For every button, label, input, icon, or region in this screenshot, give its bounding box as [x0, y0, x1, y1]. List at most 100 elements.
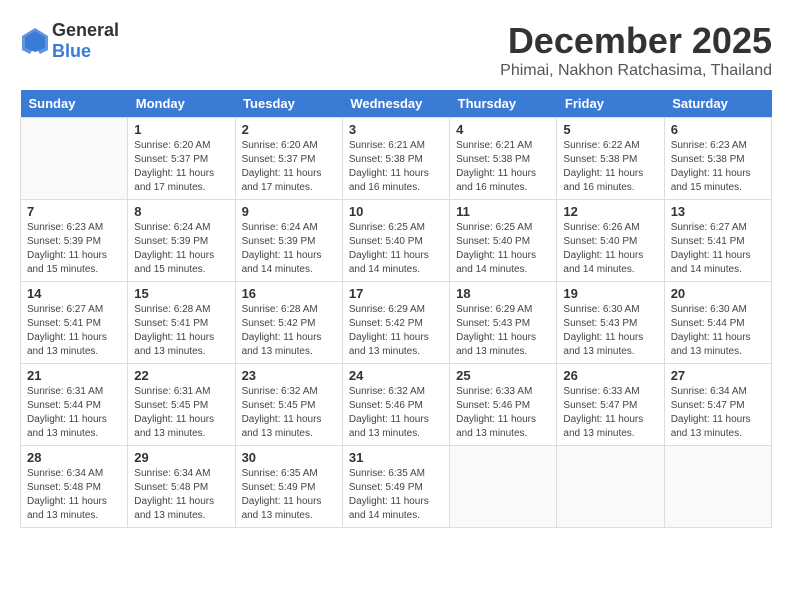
day-number: 18 [456, 286, 550, 301]
calendar-cell: 19 Sunrise: 6:30 AM Sunset: 5:43 PM Dayli… [557, 282, 664, 364]
calendar-cell: 4 Sunrise: 6:21 AM Sunset: 5:38 PM Daylig… [450, 118, 557, 200]
day-detail: Sunrise: 6:35 AM Sunset: 5:49 PM Dayligh… [242, 467, 336, 523]
day-detail: Sunrise: 6:27 AM Sunset: 5:41 PM Dayligh… [671, 221, 765, 277]
calendar-cell: 9Sunrise: 6:24 AM Sunset: 5:39 PM Daylig… [235, 200, 342, 282]
day-number: 16 [242, 286, 336, 301]
weekday-header-tuesday: Tuesday [235, 90, 342, 118]
day-detail: Sunrise: 6:20 AM Sunset: 5:37 PM Dayligh… [242, 139, 336, 195]
day-number: 11 [456, 204, 550, 219]
day-number: 17 [349, 286, 443, 301]
calendar-cell: 21 Sunrise: 6:31 AM Sunset: 5:44 PM Dayli… [21, 364, 128, 446]
day-detail: Sunrise: 6:32 AM Sunset: 5:46 PM Dayligh… [349, 385, 443, 441]
day-detail: Sunrise: 6:24 AM Sunset: 5:39 PM Dayligh… [242, 221, 336, 277]
title-block: December 2025 Phimai, Nakhon Ratchasima,… [500, 20, 772, 80]
day-number: 7 [27, 204, 121, 219]
calendar-cell: 6 Sunrise: 6:23 AM Sunset: 5:38 PM Daylig… [664, 118, 771, 200]
day-number: 13 [671, 204, 765, 219]
day-detail: Sunrise: 6:23 AM Sunset: 5:39 PM Dayligh… [27, 221, 121, 277]
day-detail: Sunrise: 6:31 AM Sunset: 5:44 PM Dayligh… [27, 385, 121, 441]
day-detail: Sunrise: 6:23 AM Sunset: 5:38 PM Dayligh… [671, 139, 765, 195]
weekday-header-saturday: Saturday [664, 90, 771, 118]
day-detail: Sunrise: 6:29 AM Sunset: 5:43 PM Dayligh… [456, 303, 550, 359]
location-subtitle: Phimai, Nakhon Ratchasima, Thailand [500, 62, 772, 80]
calendar-cell: 7 Sunrise: 6:23 AM Sunset: 5:39 PM Daylig… [21, 200, 128, 282]
day-detail: Sunrise: 6:27 AM Sunset: 5:41 PM Dayligh… [27, 303, 121, 359]
day-detail: Sunrise: 6:30 AM Sunset: 5:43 PM Dayligh… [563, 303, 657, 359]
calendar-cell: 8 Sunrise: 6:24 AM Sunset: 5:39 PM Daylig… [128, 200, 235, 282]
day-detail: Sunrise: 6:34 AM Sunset: 5:47 PM Dayligh… [671, 385, 765, 441]
day-detail: Sunrise: 6:22 AM Sunset: 5:38 PM Dayligh… [563, 139, 657, 195]
weekday-header-wednesday: Wednesday [342, 90, 449, 118]
calendar-cell: 3 Sunrise: 6:21 AM Sunset: 5:38 PM Daylig… [342, 118, 449, 200]
day-detail: Sunrise: 6:25 AM Sunset: 5:40 PM Dayligh… [349, 221, 443, 277]
day-detail: Sunrise: 6:21 AM Sunset: 5:38 PM Dayligh… [456, 139, 550, 195]
page-header: General Blue December 2025 Phimai, Nakho… [20, 20, 772, 80]
day-detail: Sunrise: 6:32 AM Sunset: 5:45 PM Dayligh… [242, 385, 336, 441]
weekday-header-sunday: Sunday [21, 90, 128, 118]
logo-icon [20, 26, 50, 56]
day-detail: Sunrise: 6:33 AM Sunset: 5:47 PM Dayligh… [563, 385, 657, 441]
calendar-cell [664, 446, 771, 528]
calendar-cell: 14 Sunrise: 6:27 AM Sunset: 5:41 PM Dayli… [21, 282, 128, 364]
calendar-cell: 31 Sunrise: 6:35 AM Sunset: 5:49 PM Dayli… [342, 446, 449, 528]
day-number: 26 [563, 368, 657, 383]
day-number: 30 [242, 450, 336, 465]
day-number: 25 [456, 368, 550, 383]
calendar-cell: 25 Sunrise: 6:33 AM Sunset: 5:46 PM Dayli… [450, 364, 557, 446]
weekday-header-row: SundayMondayTuesdayWednesdayThursdayFrid… [21, 90, 772, 118]
logo-general-text: General [52, 20, 119, 40]
day-number: 24 [349, 368, 443, 383]
day-detail: Sunrise: 6:21 AM Sunset: 5:38 PM Dayligh… [349, 139, 443, 195]
calendar-cell: 10 Sunrise: 6:25 AM Sunset: 5:40 PM Dayli… [342, 200, 449, 282]
logo-blue-text: Blue [52, 41, 91, 61]
day-number: 4 [456, 122, 550, 137]
calendar-cell [450, 446, 557, 528]
day-number: 5 [563, 122, 657, 137]
day-number: 20 [671, 286, 765, 301]
day-detail: Sunrise: 6:35 AM Sunset: 5:49 PM Dayligh… [349, 467, 443, 523]
calendar-cell: 20Sunrise: 6:30 AM Sunset: 5:44 PM Dayli… [664, 282, 771, 364]
calendar-cell [21, 118, 128, 200]
calendar-cell: 13 Sunrise: 6:27 AM Sunset: 5:41 PM Dayli… [664, 200, 771, 282]
logo: General Blue [20, 20, 119, 62]
day-number: 3 [349, 122, 443, 137]
day-number: 14 [27, 286, 121, 301]
day-number: 28 [27, 450, 121, 465]
weekday-header-thursday: Thursday [450, 90, 557, 118]
weekday-header-monday: Monday [128, 90, 235, 118]
day-number: 19 [563, 286, 657, 301]
day-number: 12 [563, 204, 657, 219]
day-number: 8 [134, 204, 228, 219]
day-number: 29 [134, 450, 228, 465]
day-number: 6 [671, 122, 765, 137]
calendar-cell: 15Sunrise: 6:28 AM Sunset: 5:41 PM Dayli… [128, 282, 235, 364]
calendar-cell: 12 Sunrise: 6:26 AM Sunset: 5:40 PM Dayli… [557, 200, 664, 282]
calendar-week-row-3: 21 Sunrise: 6:31 AM Sunset: 5:44 PM Dayli… [21, 364, 772, 446]
day-detail: Sunrise: 6:34 AM Sunset: 5:48 PM Dayligh… [27, 467, 121, 523]
calendar-week-row-0: 1Sunrise: 6:20 AM Sunset: 5:37 PM Daylig… [21, 118, 772, 200]
calendar-cell: 27Sunrise: 6:34 AM Sunset: 5:47 PM Dayli… [664, 364, 771, 446]
day-detail: Sunrise: 6:25 AM Sunset: 5:40 PM Dayligh… [456, 221, 550, 277]
day-detail: Sunrise: 6:31 AM Sunset: 5:45 PM Dayligh… [134, 385, 228, 441]
calendar-cell: 24 Sunrise: 6:32 AM Sunset: 5:46 PM Dayli… [342, 364, 449, 446]
day-number: 21 [27, 368, 121, 383]
day-detail: Sunrise: 6:24 AM Sunset: 5:39 PM Dayligh… [134, 221, 228, 277]
calendar-cell: 5 Sunrise: 6:22 AM Sunset: 5:38 PM Daylig… [557, 118, 664, 200]
calendar-cell: 17Sunrise: 6:29 AM Sunset: 5:42 PM Dayli… [342, 282, 449, 364]
calendar-week-row-2: 14 Sunrise: 6:27 AM Sunset: 5:41 PM Dayli… [21, 282, 772, 364]
calendar-week-row-4: 28 Sunrise: 6:34 AM Sunset: 5:48 PM Dayli… [21, 446, 772, 528]
calendar-week-row-1: 7 Sunrise: 6:23 AM Sunset: 5:39 PM Daylig… [21, 200, 772, 282]
day-detail: Sunrise: 6:26 AM Sunset: 5:40 PM Dayligh… [563, 221, 657, 277]
calendar-cell: 23Sunrise: 6:32 AM Sunset: 5:45 PM Dayli… [235, 364, 342, 446]
month-title: December 2025 [500, 20, 772, 62]
calendar-cell: 11 Sunrise: 6:25 AM Sunset: 5:40 PM Dayli… [450, 200, 557, 282]
day-number: 22 [134, 368, 228, 383]
day-number: 31 [349, 450, 443, 465]
day-number: 10 [349, 204, 443, 219]
calendar-cell: 16Sunrise: 6:28 AM Sunset: 5:42 PM Dayli… [235, 282, 342, 364]
calendar-cell: 28 Sunrise: 6:34 AM Sunset: 5:48 PM Dayli… [21, 446, 128, 528]
day-detail: Sunrise: 6:28 AM Sunset: 5:41 PM Dayligh… [134, 303, 228, 359]
calendar-cell: 26 Sunrise: 6:33 AM Sunset: 5:47 PM Dayli… [557, 364, 664, 446]
day-detail: Sunrise: 6:33 AM Sunset: 5:46 PM Dayligh… [456, 385, 550, 441]
calendar-cell: 30 Sunrise: 6:35 AM Sunset: 5:49 PM Dayli… [235, 446, 342, 528]
